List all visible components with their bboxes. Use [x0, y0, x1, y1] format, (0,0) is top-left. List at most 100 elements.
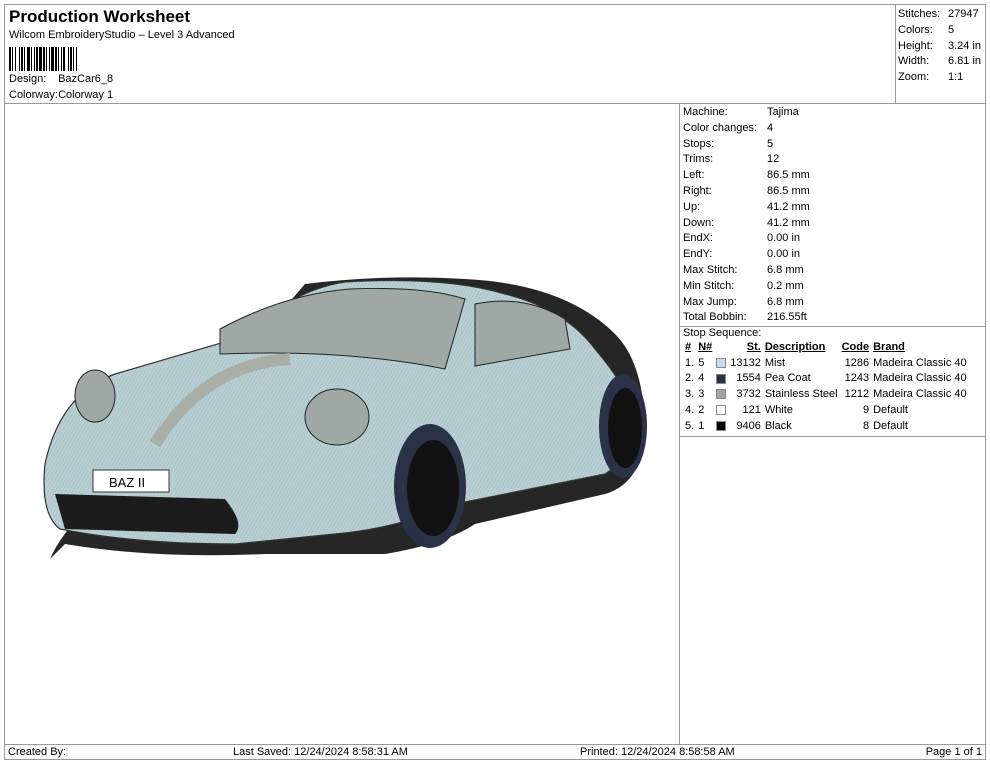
worksheet-header: Production Worksheet Wilcom EmbroiderySt…	[4, 4, 896, 104]
info-value: 0.2 mm	[767, 279, 804, 292]
summary-label: Zoom:	[898, 71, 930, 84]
design-name: BazCar6_8	[58, 73, 114, 85]
stop-sequence-table: # N# St. Description Code Brand 1. 5 131…	[683, 339, 969, 434]
page-title: Production Worksheet	[9, 7, 191, 26]
table-row: 2. 4 1554 Pea Coat 1243 Madeira Classic …	[683, 371, 969, 387]
colorway-name: Colorway 1	[58, 89, 114, 101]
info-value: 0.00 in	[767, 232, 801, 245]
info-row: Max Jump: 6.8 mm	[683, 295, 985, 311]
info-value: Tajima	[767, 106, 799, 118]
info-row: Up: 41.2 mm	[683, 200, 985, 216]
col-header-stitches: St.	[746, 340, 761, 353]
thread-description: Mist	[764, 356, 786, 369]
needle-num: 3	[698, 388, 705, 401]
thread-brand: Default	[873, 419, 908, 432]
created-by: Created By:	[8, 746, 67, 758]
summary-value: 5	[948, 23, 955, 36]
last-saved: Last Saved: 12/24/2024 8:58:31 AM	[233, 746, 408, 758]
info-value: 0.00 in	[767, 248, 801, 261]
summary-row: Stitches: 27947	[898, 7, 985, 23]
col-header-code: Code	[841, 340, 870, 353]
color-swatch	[716, 357, 727, 368]
info-label: Right:	[683, 184, 712, 197]
summary-row: Height: 3.24 in	[898, 39, 985, 55]
info-row: Machine: Tajima	[683, 105, 985, 121]
thread-description: Black	[764, 419, 792, 432]
color-swatch	[716, 389, 727, 400]
stitch-count: 3732	[736, 388, 761, 401]
barcode	[9, 47, 149, 71]
summary-row: Colors: 5	[898, 23, 985, 39]
info-value: 12	[767, 153, 780, 166]
needle-num: 4	[698, 372, 705, 385]
summary-label: Colors:	[898, 23, 933, 36]
info-value: 216.55ft	[767, 311, 807, 324]
info-label: Color changes:	[683, 121, 757, 134]
info-row: Max Stitch: 6.8 mm	[683, 263, 985, 279]
info-value: 6.8 mm	[767, 295, 804, 308]
thread-code: 8	[862, 419, 870, 432]
design-preview: BAZ II	[4, 103, 680, 745]
stop-num: 3.	[685, 388, 695, 401]
col-header-brand: Brand	[873, 340, 905, 353]
summary-label: Stitches:	[898, 8, 941, 20]
info-value: 41.2 mm	[767, 200, 810, 213]
col-header-description: Description	[764, 340, 826, 353]
stitch-count: 1554	[736, 372, 761, 385]
software-name: Wilcom EmbroideryStudio – Level 3 Advanc…	[9, 29, 235, 41]
info-row: Stops: 5	[683, 137, 985, 153]
info-value: 5	[767, 137, 774, 150]
summary-row: Width: 6.81 in	[898, 54, 985, 70]
thread-description: Pea Coat	[764, 372, 811, 385]
stop-num: 1.	[685, 356, 695, 369]
info-label: Total Bobbin:	[683, 311, 747, 324]
colorway-row: Colorway: Colorway 1	[9, 89, 113, 101]
design-row: Design: BazCar6_8	[9, 73, 113, 85]
info-label: Up:	[683, 200, 701, 213]
stop-num: 5.	[685, 419, 695, 432]
info-row: Min Stitch: 0.2 mm	[683, 279, 985, 295]
thread-code: 1286	[844, 356, 870, 369]
info-label: Min Stitch:	[683, 279, 735, 292]
color-swatch	[716, 405, 727, 416]
info-value: 86.5 mm	[767, 184, 810, 197]
table-row: 4. 2 121 White 9 Default	[683, 402, 969, 418]
color-swatch	[716, 420, 727, 431]
thread-code: 1212	[844, 388, 870, 401]
table-row: 3. 3 3732 Stainless Steel 1212 Madeira C…	[683, 386, 969, 402]
table-row: 1. 5 13132 Mist 1286 Madeira Classic 40	[683, 355, 969, 371]
col-header-needle: N#	[698, 340, 713, 353]
col-header-num: #	[685, 340, 692, 353]
info-row: EndY: 0.00 in	[683, 247, 985, 263]
summary-value: 3.24 in	[948, 39, 982, 52]
needle-num: 1	[698, 419, 705, 432]
summary-row: Zoom: 1:1	[898, 70, 985, 86]
thread-description: White	[764, 404, 793, 417]
info-label: Left:	[683, 169, 705, 182]
info-label: Stops:	[683, 137, 715, 150]
info-value: 86.5 mm	[767, 169, 810, 182]
info-row: Down: 41.2 mm	[683, 216, 985, 232]
info-value: 4	[767, 121, 774, 134]
colorway-label: Colorway:	[9, 89, 58, 101]
summary-label: Width:	[898, 55, 930, 68]
info-label: EndX:	[683, 232, 713, 245]
thread-brand: Madeira Classic 40	[873, 356, 967, 369]
info-label: Machine:	[683, 106, 728, 118]
summary-panel: Stitches: 27947 Colors: 5 Height: 3.24 in Widt…	[895, 4, 986, 104]
info-row: Trims: 12	[683, 152, 985, 168]
page-number: Page 1 of 1	[925, 746, 982, 758]
info-value: 41.2 mm	[767, 216, 810, 229]
stitch-count: 13132	[730, 356, 761, 369]
info-label: Max Stitch:	[683, 263, 738, 276]
summary-value: 27947	[948, 8, 979, 20]
license-plate-text: BAZ II	[109, 475, 145, 490]
info-row: Right: 86.5 mm	[683, 184, 985, 200]
car-embroidery-image: BAZ II	[43, 277, 647, 559]
machine-info-panel: Machine: Tajima Color changes: 4 Stops: 5 Trim…	[679, 103, 986, 745]
summary-value: 1:1	[948, 71, 964, 84]
summary-label: Height:	[898, 39, 933, 52]
thread-brand: Madeira Classic 40	[873, 372, 967, 385]
info-row: EndX: 0.00 in	[683, 231, 985, 247]
stop-sequence: Stop Sequence: # N# St. Description Code…	[680, 326, 985, 437]
